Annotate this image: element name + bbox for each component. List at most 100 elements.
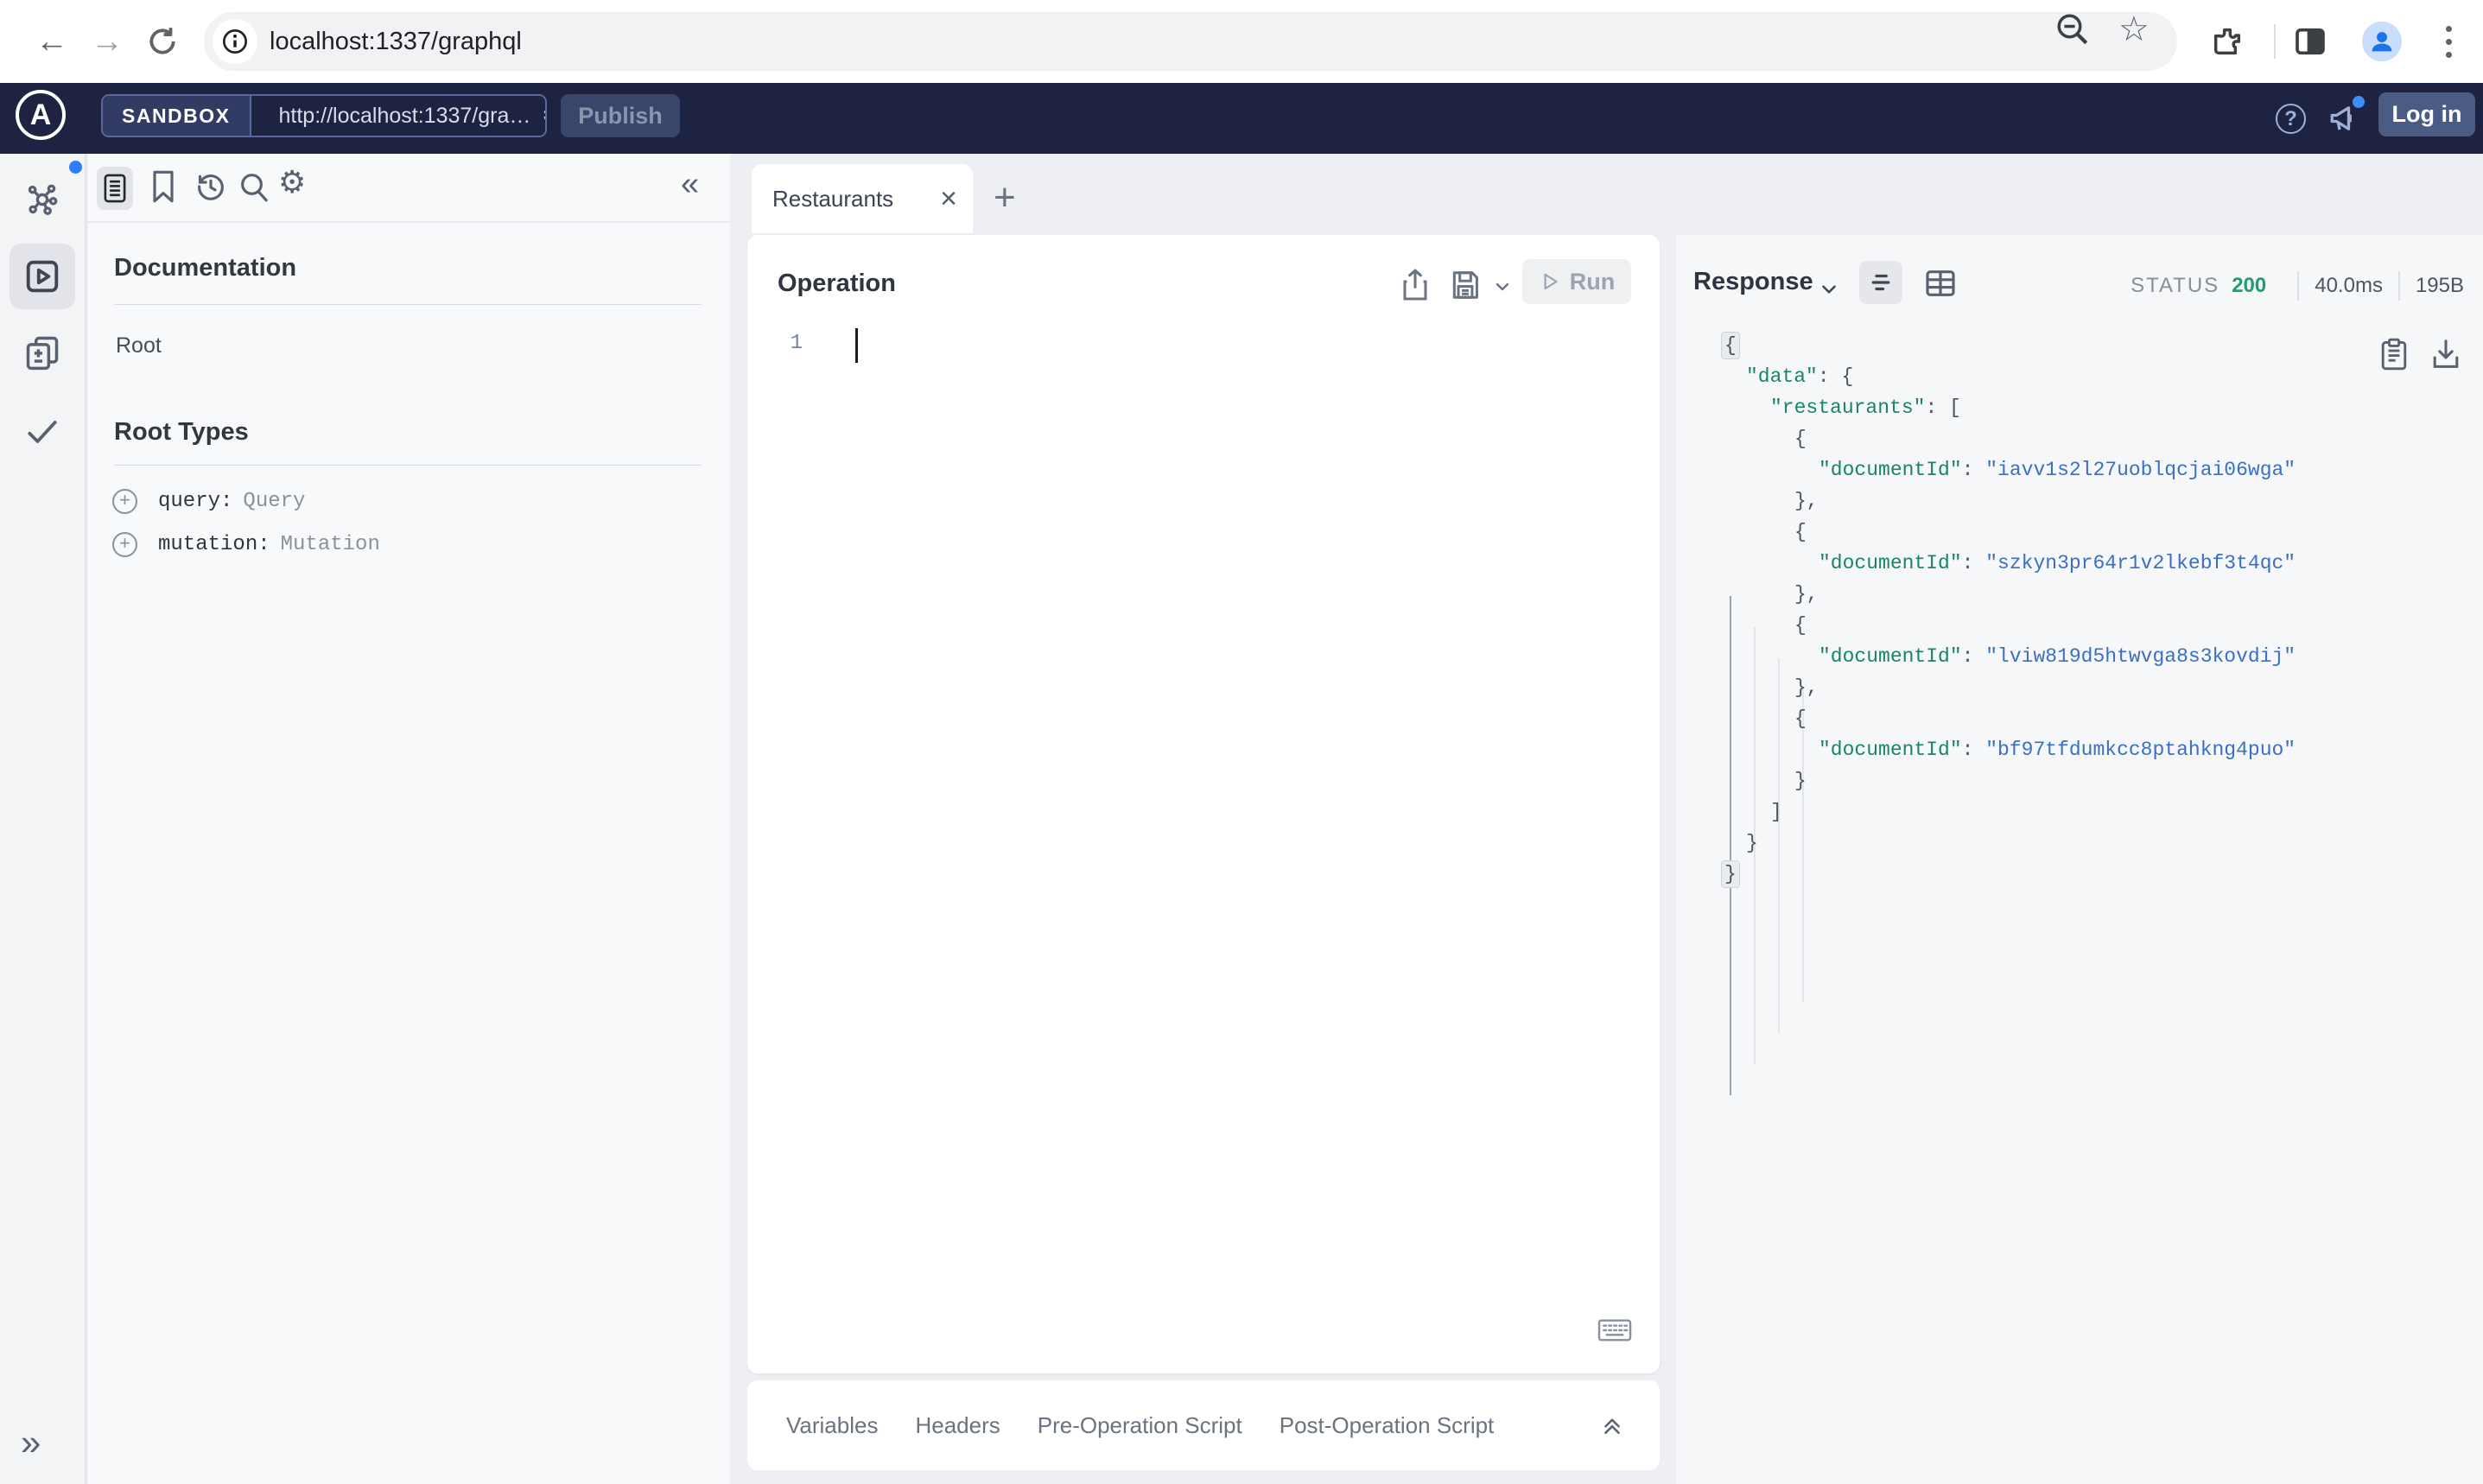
- search-icon[interactable]: [237, 169, 271, 204]
- root-type-field: query:: [158, 490, 233, 513]
- json-line[interactable]: {: [1722, 703, 2296, 734]
- root-type-name[interactable]: Query: [243, 490, 305, 513]
- json-line[interactable]: "documentId": "szkyn3pr64r1v2lkebf3t4qc": [1722, 548, 2296, 579]
- editor-caret: [855, 328, 858, 363]
- json-line[interactable]: {: [1721, 330, 2296, 361]
- root-type-field: mutation:: [158, 533, 270, 556]
- docs-root-link[interactable]: Root: [116, 333, 162, 358]
- browser-chrome: ← → localhost:1337/graphql ☆: [0, 0, 2483, 83]
- save-icon[interactable]: [1449, 268, 1482, 302]
- zoom-out-icon[interactable]: [2054, 0, 2091, 59]
- json-line[interactable]: "documentId": "iavv1s2l27uoblqcjai06wga": [1722, 454, 2296, 485]
- share-icon[interactable]: [1400, 268, 1431, 302]
- json-punctuation: :: [1961, 645, 1986, 668]
- json-line[interactable]: "documentId": "bf97tfdumkcc8ptahkng4puo": [1722, 734, 2296, 765]
- expand-plus-icon[interactable]: +: [112, 532, 137, 557]
- tab-restaurants[interactable]: Restaurants ×: [752, 164, 973, 233]
- editor-tab-variables[interactable]: Variables: [786, 1412, 878, 1439]
- response-status-row: STATUS 200 40.0ms 195B: [2131, 271, 2464, 301]
- root-type-row[interactable]: + query: Query: [112, 489, 305, 514]
- response-chevron-icon[interactable]: [1818, 278, 1840, 301]
- tab-close-icon[interactable]: ×: [940, 182, 957, 216]
- json-line[interactable]: ]: [1722, 796, 2296, 828]
- expand-rail-icon[interactable]: »: [21, 1422, 41, 1463]
- endpoint-url[interactable]: http://localhost:1337/gra…: [279, 104, 531, 129]
- bookmarks-icon[interactable]: [150, 169, 176, 204]
- divider: [114, 304, 702, 305]
- schema-graph-icon[interactable]: [0, 181, 85, 218]
- json-line[interactable]: },: [1722, 672, 2296, 703]
- copy-response-icon[interactable]: [2378, 337, 2410, 371]
- root-type-row[interactable]: + mutation: Mutation: [112, 532, 380, 557]
- json-key: "documentId": [1819, 645, 1962, 668]
- expand-plus-icon[interactable]: +: [112, 489, 137, 514]
- json-string-value: "lviw819d5htwvga8s3kovdij": [1985, 645, 2296, 668]
- json-punctuation: {: [1721, 332, 1740, 359]
- endpoint-box[interactable]: SANDBOX http://localhost:1337/gra… ⚙: [101, 94, 547, 137]
- forward-icon[interactable]: →: [83, 0, 131, 83]
- json-punctuation: :: [1961, 459, 1986, 481]
- profile-avatar[interactable]: [2362, 22, 2402, 61]
- tree-view-toggle[interactable]: [1859, 261, 1902, 304]
- sandbox-header: A SANDBOX http://localhost:1337/gra… ⚙ P…: [0, 83, 2483, 154]
- apollo-logo: A: [16, 90, 66, 140]
- collapse-docs-icon[interactable]: «: [681, 166, 699, 203]
- json-line[interactable]: "documentId": "lviw819d5htwvga8s3kovdij": [1722, 641, 2296, 672]
- editor-tab-headers[interactable]: Headers: [915, 1412, 1000, 1439]
- json-line[interactable]: }: [1721, 859, 2296, 890]
- reload-icon[interactable]: [138, 0, 187, 83]
- help-icon[interactable]: ?: [2276, 104, 2306, 134]
- editor-tab-pre-operation-script[interactable]: Pre-Operation Script: [1038, 1412, 1242, 1439]
- response-json-tree[interactable]: {"data": {"restaurants": [{"documentId":…: [1721, 330, 2296, 890]
- docs-title: Documentation: [114, 254, 297, 282]
- json-line[interactable]: {: [1722, 517, 2296, 548]
- divider: [114, 465, 702, 466]
- root-type-name[interactable]: Mutation: [281, 533, 380, 556]
- json-line[interactable]: {: [1722, 610, 2296, 641]
- json-punctuation: }: [1794, 770, 1807, 792]
- json-line[interactable]: }: [1722, 828, 2296, 859]
- json-key: "documentId": [1819, 552, 1962, 574]
- checks-nav-icon[interactable]: [0, 413, 85, 451]
- bookmark-star-icon[interactable]: ☆: [2118, 0, 2150, 59]
- table-view-toggle[interactable]: [1923, 266, 1958, 301]
- json-punctuation: {: [1794, 614, 1807, 637]
- extensions-icon[interactable]: [2205, 19, 2250, 64]
- json-punctuation: },: [1794, 676, 1819, 699]
- json-line[interactable]: "restaurants": [: [1722, 392, 2296, 423]
- keyboard-shortcuts-icon[interactable]: [1597, 1318, 1632, 1342]
- site-info-icon[interactable]: [213, 19, 257, 64]
- editor-tab-post-operation-script[interactable]: Post-Operation Script: [1280, 1412, 1495, 1439]
- collapse-editor-tabs-icon[interactable]: [1599, 1412, 1625, 1438]
- history-icon[interactable]: [194, 169, 228, 204]
- schema-notification-dot: [69, 161, 82, 174]
- json-line[interactable]: }: [1722, 765, 2296, 796]
- json-punctuation: }: [1721, 860, 1740, 888]
- settings-gear-icon[interactable]: ⚙: [278, 164, 306, 200]
- address-bar[interactable]: localhost:1337/graphql: [204, 12, 2177, 71]
- browser-menu-icon[interactable]: [2426, 19, 2471, 64]
- login-button[interactable]: Log in: [2378, 92, 2475, 136]
- explorer-nav-item[interactable]: [10, 244, 75, 309]
- json-punctuation: :: [1925, 396, 1950, 419]
- docs-section-title: Root Types: [114, 418, 249, 446]
- publish-button[interactable]: Publish: [561, 94, 680, 137]
- run-button[interactable]: Run: [1522, 259, 1631, 304]
- save-dropdown-chevron-icon[interactable]: [1492, 276, 1513, 297]
- json-line[interactable]: {: [1722, 423, 2296, 454]
- json-line[interactable]: },: [1722, 579, 2296, 610]
- sandbox-badge: SANDBOX: [103, 96, 251, 136]
- documentation-panel: ⚙ « Documentation Root Root Types + query…: [88, 154, 730, 1484]
- documentation-tab-icon[interactable]: [97, 167, 133, 210]
- back-icon[interactable]: ←: [28, 0, 76, 83]
- json-line[interactable]: },: [1722, 485, 2296, 517]
- response-title: Response: [1693, 268, 1813, 295]
- changelog-nav-icon[interactable]: [0, 333, 85, 371]
- side-panel-icon[interactable]: [2288, 19, 2333, 64]
- docs-toolbar: ⚙ «: [88, 154, 730, 223]
- json-line[interactable]: "data": {: [1722, 361, 2296, 392]
- new-tab-icon[interactable]: +: [994, 176, 1016, 219]
- download-response-icon[interactable]: [2430, 337, 2461, 371]
- response-duration: 40.0ms: [2315, 274, 2383, 297]
- endpoint-settings-icon[interactable]: ⚙: [541, 101, 545, 130]
